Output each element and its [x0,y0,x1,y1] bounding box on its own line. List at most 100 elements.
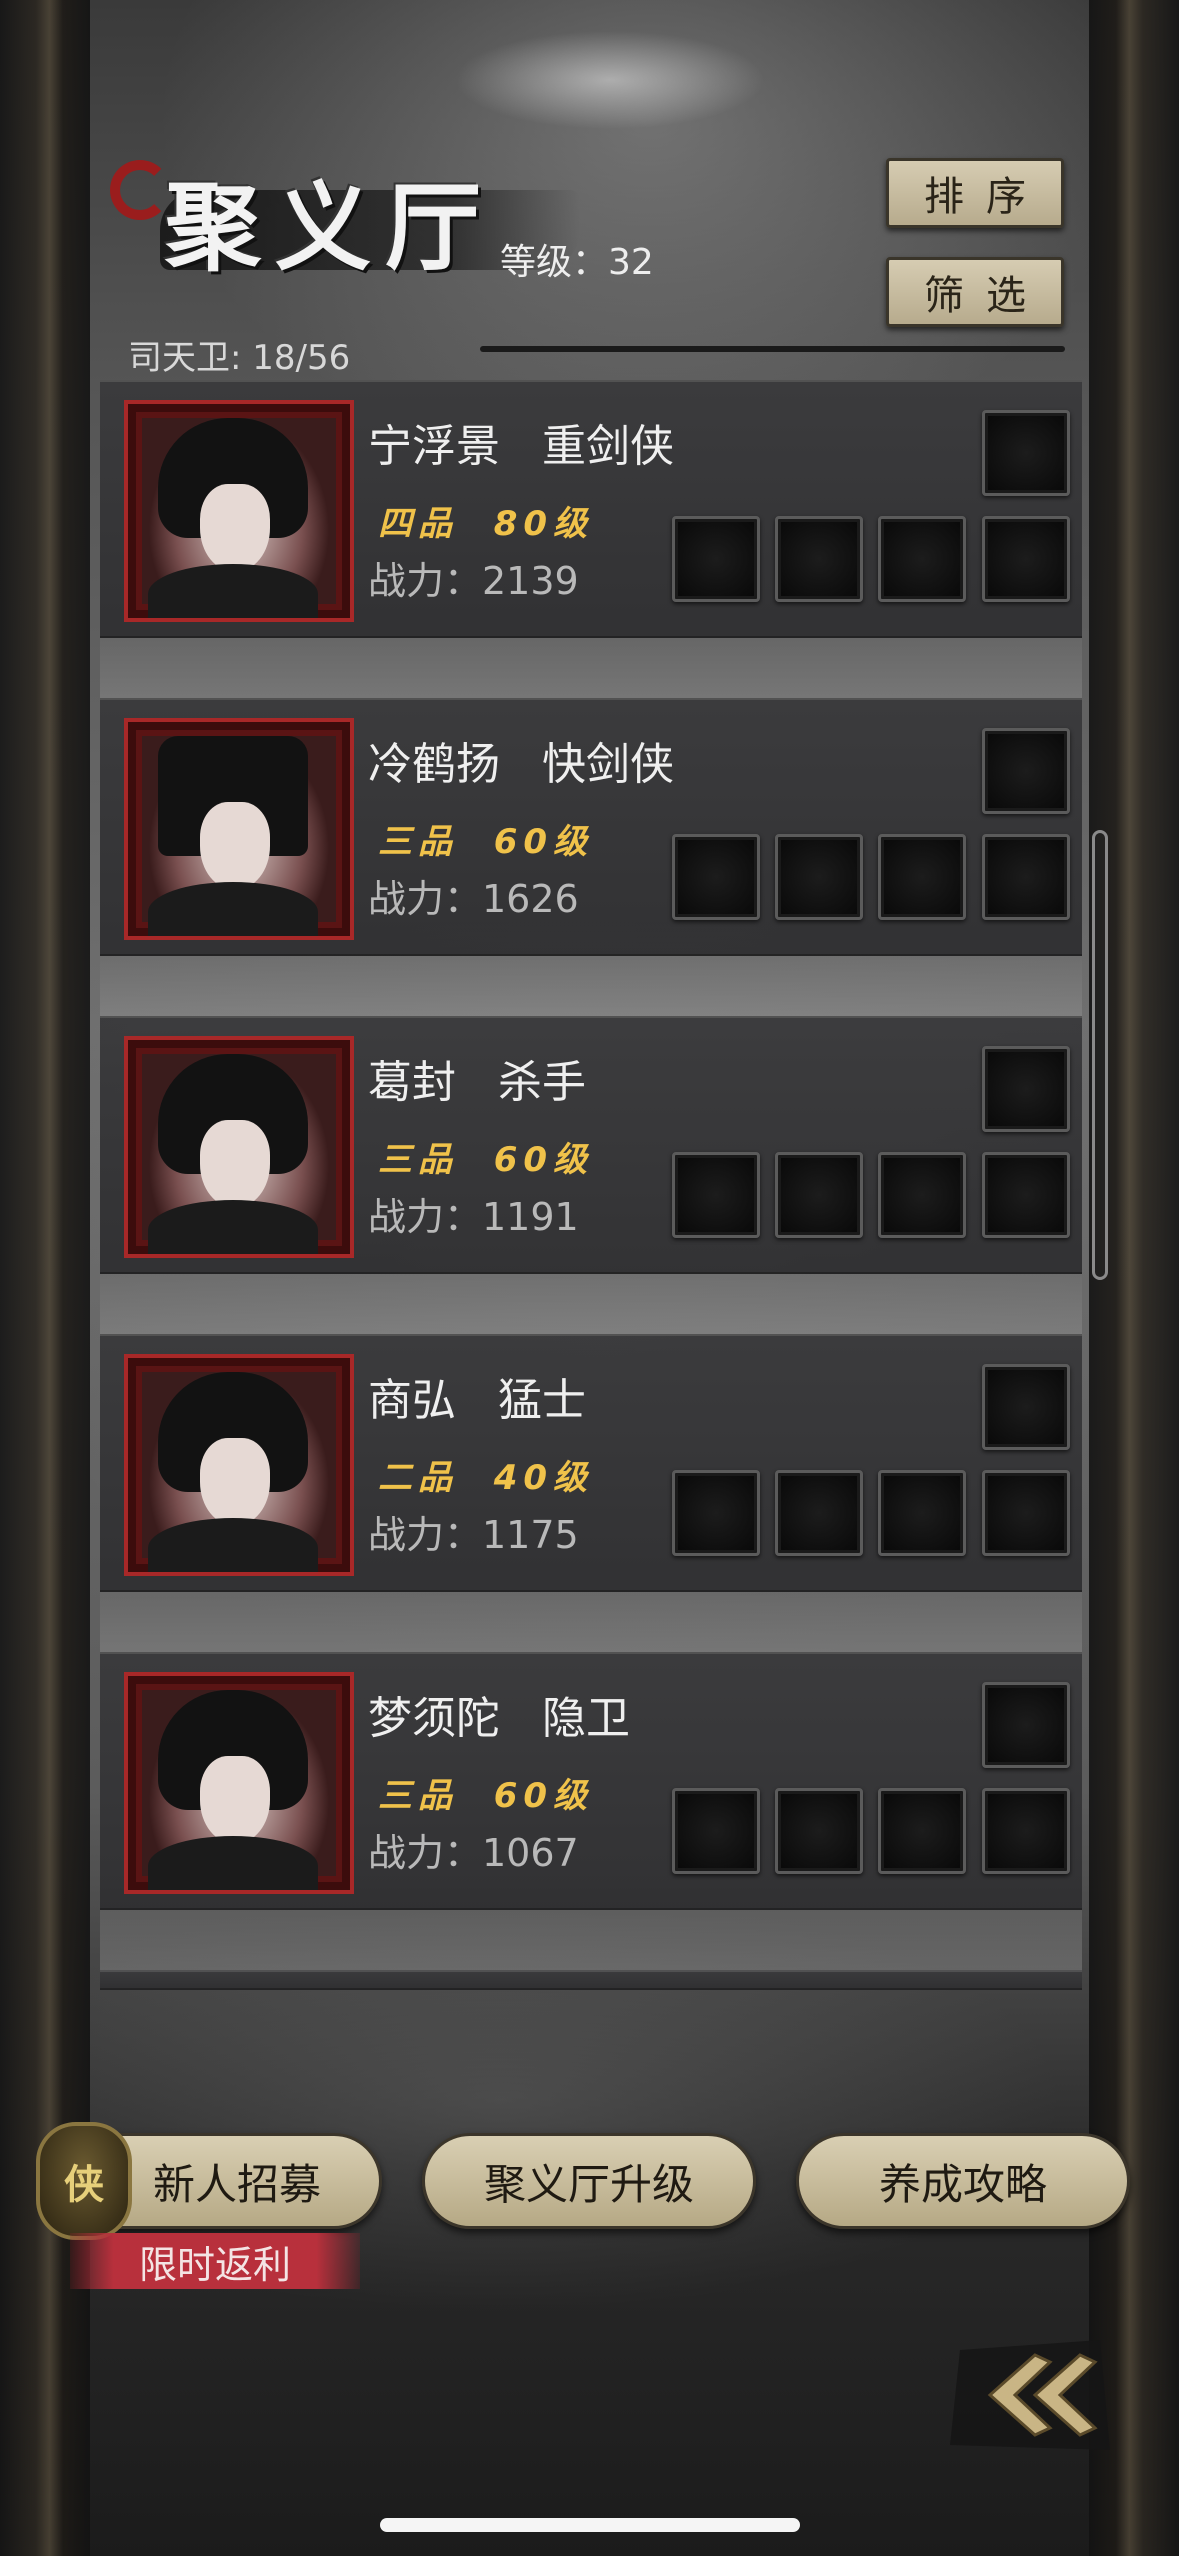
hero-portrait[interactable] [124,400,354,622]
equipment-slot[interactable] [982,1364,1070,1450]
equipment-slot[interactable] [878,516,966,602]
hero-level: 60级 [493,1776,594,1816]
hero-name-line: 商弘 猛士 [368,1364,586,1428]
equipment-slot[interactable] [878,834,966,920]
guide-button[interactable]: 养成攻略 [796,2133,1130,2229]
equipment-slot[interactable] [775,1788,863,1874]
equipment-slot[interactable] [775,516,863,602]
filter-button[interactable]: 筛选 [886,257,1064,327]
hero-card[interactable]: 葛封 杀手 三品 60级 战力：1191 [100,1016,1082,1274]
hero-power: 战力：2139 [368,559,579,603]
home-indicator[interactable] [380,2518,800,2532]
hero-portrait[interactable] [124,718,354,940]
equipment-slot[interactable] [775,834,863,920]
hero-class: 快剑侠 [541,739,674,790]
hero-name-line: 葛封 杀手 [368,1046,586,1110]
hall-upgrade-button[interactable]: 聚义厅升级 [422,2133,756,2229]
hero-card[interactable]: 商弘 猛士 二品 40级 战力：1175 [100,1334,1082,1592]
hero-class: 隐卫 [541,1693,630,1744]
hero-card[interactable]: 冷鹤扬 快剑侠 三品 60级 战力：1626 [100,698,1082,956]
hero-rank: 三品 60级 [378,814,593,863]
hero-portrait[interactable] [124,1036,354,1258]
hero-class: 杀手 [497,1057,586,1108]
hero-name: 冷鹤扬 [368,739,500,790]
double-chevron-left-icon[interactable] [940,2330,1120,2460]
header-divider [480,346,1065,352]
hero-card[interactable]: 梦须陀 隐卫 三品 60级 战力：1067 [100,1652,1082,1910]
equipment-slot[interactable] [982,1046,1070,1132]
hero-level: 80级 [493,504,594,544]
hero-name: 商弘 [368,1375,456,1426]
portrait-face [200,1120,270,1208]
hero-rank: 三品 60级 [378,1132,593,1181]
equipment-slot[interactable] [672,1788,760,1874]
equipment-slot[interactable] [982,834,1070,920]
hero-level: 60级 [493,822,594,862]
hero-grade: 三品 [378,822,458,862]
hero-power: 战力：1191 [368,1195,579,1239]
hero-card[interactable]: 宁浮景 重剑侠 四品 80级 战力：2139 [100,380,1082,638]
equipment-slot[interactable] [878,1788,966,1874]
card-separator [100,956,1082,1016]
portrait-body [148,1836,318,1890]
equipment-slot[interactable] [672,1470,760,1556]
hero-power: 战力：1626 [368,877,579,921]
portrait-face [200,1756,270,1844]
hero-portrait[interactable] [124,1354,354,1576]
sort-button[interactable]: 排序 [886,158,1064,228]
hall-level: 等级：32 [500,242,654,283]
card-separator [100,1274,1082,1334]
hero-name-line: 冷鹤扬 快剑侠 [368,728,674,792]
hero-rank: 四品 80级 [378,496,593,545]
card-separator [100,638,1082,698]
hero-name: 葛封 [368,1057,456,1108]
hero-grade: 三品 [378,1776,458,1816]
equipment-slot[interactable] [672,834,760,920]
list-scrollbar[interactable] [1092,830,1108,1280]
card-separator [100,1910,1082,1970]
hero-power: 战力：1067 [368,1831,579,1875]
portrait-face [200,802,270,890]
equipment-slot[interactable] [775,1470,863,1556]
equipment-slot[interactable] [982,1470,1070,1556]
page-title: 聚义厅 [165,171,495,284]
hero-name-line: 梦须陀 隐卫 [368,1682,630,1746]
portrait-body [148,1200,318,1254]
hero-grade: 四品 [378,504,458,544]
title-seal-icon [110,160,170,220]
hero-class: 猛士 [497,1375,586,1426]
hero-name: 梦须陀 [368,1693,500,1744]
equipment-slot[interactable] [878,1470,966,1556]
equipment-slot[interactable] [982,1682,1070,1768]
hero-name-line: 宁浮景 重剑侠 [368,410,674,474]
hero-list[interactable]: 宁浮景 重剑侠 四品 80级 战力：2139 冷鹤扬 快剑侠 三品 60级 战力… [100,380,1082,1990]
hero-rank: 三品 60级 [378,1768,593,1817]
card-separator [100,1592,1082,1652]
equipment-slot[interactable] [982,410,1070,496]
guard-count: 司天卫: 18/56 [128,338,351,378]
hero-grade: 二品 [378,1458,458,1498]
recruit-badge-icon[interactable]: 侠 [36,2122,132,2240]
equipment-slot[interactable] [982,516,1070,602]
portrait-body [148,564,318,618]
portrait-body [148,1518,318,1572]
equipment-slot[interactable] [672,516,760,602]
hero-portrait[interactable] [124,1672,354,1894]
portrait-body [148,882,318,936]
equipment-slot[interactable] [672,1152,760,1238]
hero-level: 40级 [493,1458,594,1498]
hero-rank: 二品 40级 [378,1450,593,1499]
hero-card-partial[interactable] [100,1970,1082,1990]
portrait-face [200,484,270,572]
hero-grade: 三品 [378,1140,458,1180]
equipment-slot[interactable] [775,1152,863,1238]
hero-power: 战力：1175 [368,1513,579,1557]
hero-level: 60级 [493,1140,594,1180]
promo-banner[interactable]: 限时返利 [70,2233,360,2289]
portrait-face [200,1438,270,1526]
hero-class: 重剑侠 [541,421,674,472]
equipment-slot[interactable] [878,1152,966,1238]
equipment-slot[interactable] [982,1152,1070,1238]
equipment-slot[interactable] [982,728,1070,814]
equipment-slot[interactable] [982,1788,1070,1874]
